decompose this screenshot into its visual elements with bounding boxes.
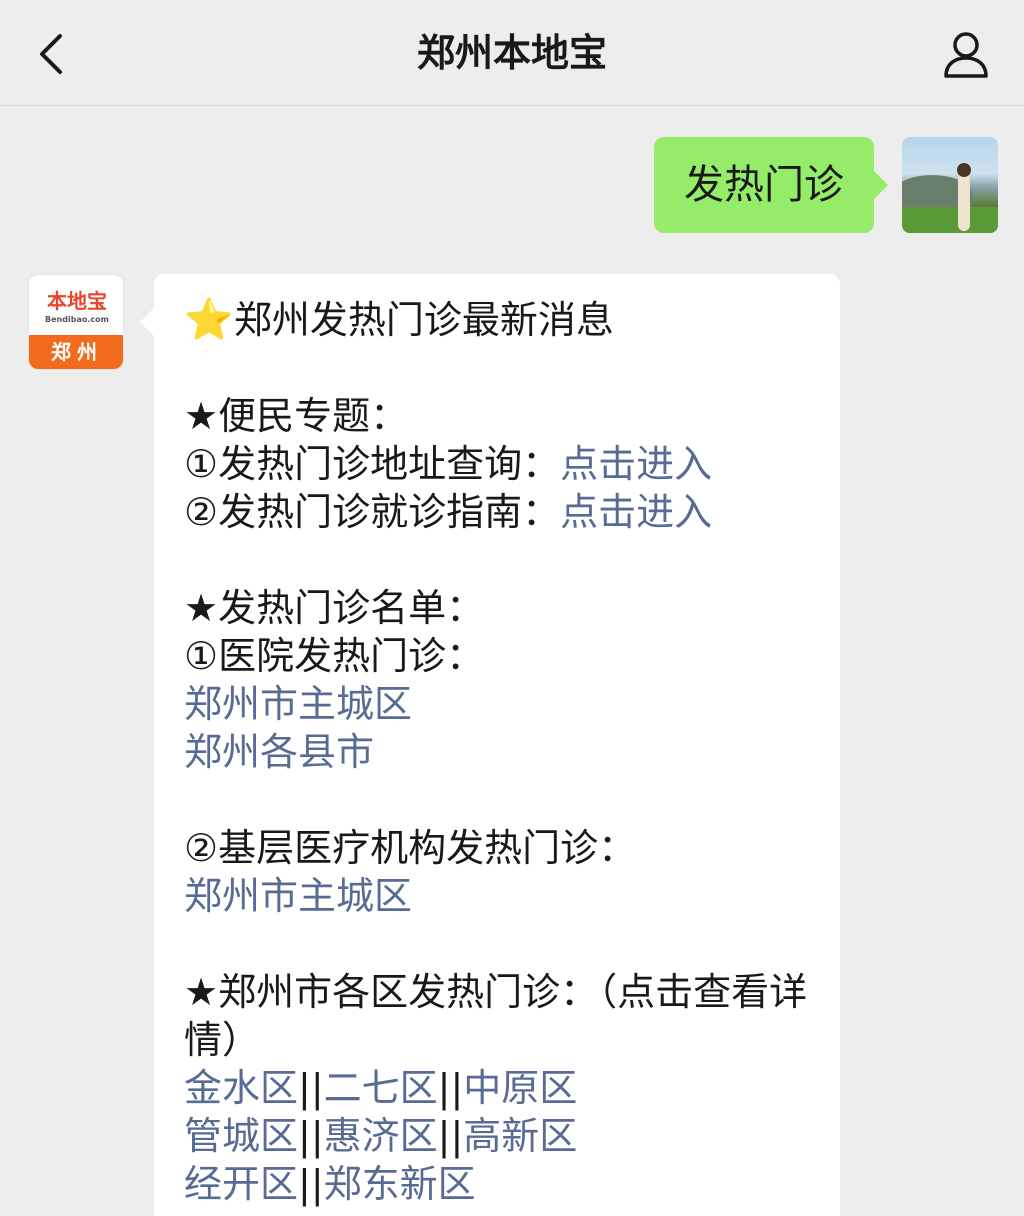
bot-avatar[interactable]: 本地宝 Bendibao.com 郑州 <box>28 274 124 370</box>
community-main-city-link[interactable]: 郑州市主城区 <box>184 874 412 918</box>
district-link-erqi[interactable]: 二七区 <box>324 1066 438 1110</box>
section-heading-list: ★发热门诊名单： <box>184 586 485 630</box>
outgoing-message: 发热门诊 <box>654 137 998 233</box>
message-title: ⭐郑州发热门诊最新消息 <box>184 297 614 343</box>
section-heading-convenience: ★便民专题： <box>184 394 409 438</box>
district-link-jingkai[interactable]: 经开区 <box>184 1162 298 1206</box>
visit-guide-link[interactable]: 点击进入 <box>560 490 712 534</box>
logo-url-text: Bendibao.com <box>45 315 109 324</box>
incoming-bubble: ⭐郑州发热门诊最新消息 ★便民专题： ①发热门诊地址查询：点击进入 ②发热门诊就… <box>140 274 840 1216</box>
back-icon[interactable] <box>28 24 76 84</box>
outgoing-bubble[interactable]: 发热门诊 <box>654 137 888 233</box>
list-item: ①发热门诊地址查询：点击进入 <box>184 442 713 486</box>
profile-icon[interactable] <box>938 26 994 82</box>
district-row: 管城区||惠济区||高新区 <box>184 1114 578 1158</box>
district-link-guancheng[interactable]: 管城区 <box>184 1114 298 1158</box>
star-emoji-icon: ⭐ <box>184 297 234 343</box>
hospital-counties-link[interactable]: 郑州各县市 <box>184 730 374 774</box>
user-avatar[interactable] <box>902 137 998 233</box>
district-row: 金水区||二七区||中原区 <box>184 1066 578 1110</box>
district-link-jinshui[interactable]: 金水区 <box>184 1066 298 1110</box>
logo-city-text: 郑州 <box>29 335 123 369</box>
district-link-huiji[interactable]: 惠济区 <box>324 1114 438 1158</box>
subheading-hospital: ①医院发热门诊： <box>184 634 485 678</box>
district-link-zhongyuan[interactable]: 中原区 <box>463 1066 577 1110</box>
district-link-zhengdong[interactable]: 郑东新区 <box>324 1162 476 1206</box>
list-item: ②发热门诊就诊指南：点击进入 <box>184 490 713 534</box>
section-heading-districts: ★郑州市各区发热门诊：（点击查看详情） <box>184 970 808 1062</box>
hospital-main-city-link[interactable]: 郑州市主城区 <box>184 682 412 726</box>
logo-main-text: 本地宝 <box>47 289 107 313</box>
page-title: 郑州本地宝 <box>416 31 607 75</box>
district-link-gaoxin[interactable]: 高新区 <box>463 1114 577 1158</box>
top-bar: 郑州本地宝 <box>0 0 1024 106</box>
district-row: 经开区||郑东新区 <box>184 1162 476 1206</box>
subheading-community: ②基层医疗机构发热门诊： <box>184 826 637 870</box>
address-query-link[interactable]: 点击进入 <box>560 442 712 486</box>
